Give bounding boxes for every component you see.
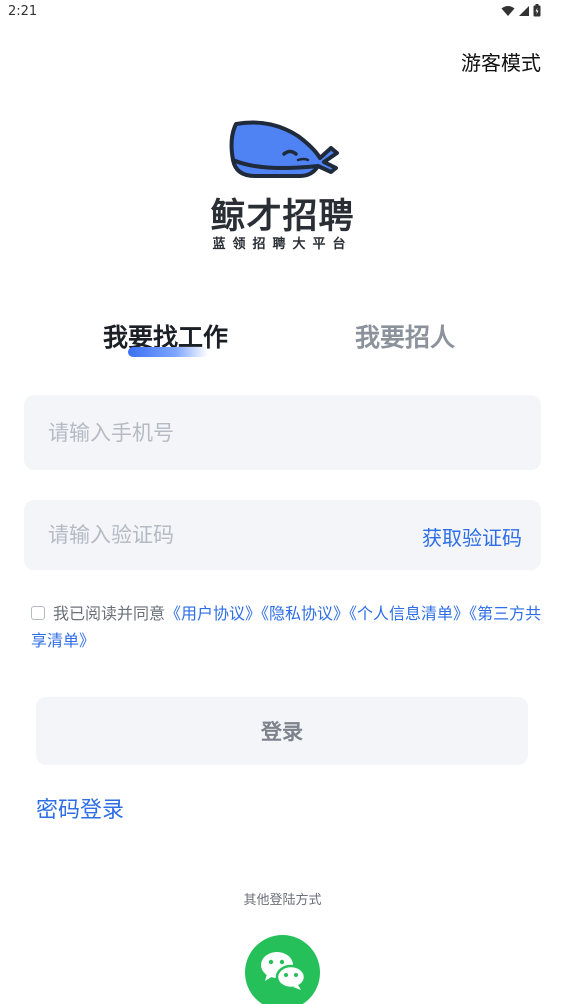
other-login-label: 其他登陆方式 <box>243 893 322 908</box>
agreement: 我已阅读并同意《用户协议》《隐私协议》《个人信息清单》《第三方共享清单》 <box>31 600 546 654</box>
agreement-checkbox[interactable] <box>31 606 45 620</box>
signal-icon <box>519 5 529 16</box>
tab-recruit[interactable]: 我要招人 <box>355 318 455 354</box>
active-tab-indicator <box>128 347 208 357</box>
agreement-prefix: 我已阅读并同意 <box>53 604 166 623</box>
wifi-icon <box>501 5 515 16</box>
status-icons <box>501 4 541 17</box>
get-code-button[interactable]: 获取验证码 <box>422 522 522 551</box>
brand-slogan: 蓝领招聘大平台 <box>212 237 353 252</box>
password-login-link[interactable]: 密码登录 <box>36 792 124 824</box>
privacy-agreement-link[interactable]: 《隐私协议》 <box>261 604 349 623</box>
login-button[interactable]: 登录 <box>36 697 528 765</box>
personal-info-list-link[interactable]: 《个人信息清单》 <box>349 604 469 623</box>
phone-field <box>24 395 541 470</box>
user-agreement-link[interactable]: 《用户协议》 <box>165 604 261 623</box>
status-time: 2:21 <box>8 4 38 19</box>
battery-icon <box>533 4 541 17</box>
status-bar: 2:21 <box>0 0 565 24</box>
brand-name: 鲸才招聘 <box>210 197 355 237</box>
code-field: 获取验证码 <box>24 500 541 570</box>
guest-mode-button[interactable]: 游客模式 <box>461 47 541 76</box>
wechat-login-button[interactable] <box>245 935 320 1004</box>
wechat-icon <box>261 952 307 990</box>
verification-code-input[interactable] <box>48 500 388 570</box>
phone-input[interactable] <box>48 395 388 470</box>
